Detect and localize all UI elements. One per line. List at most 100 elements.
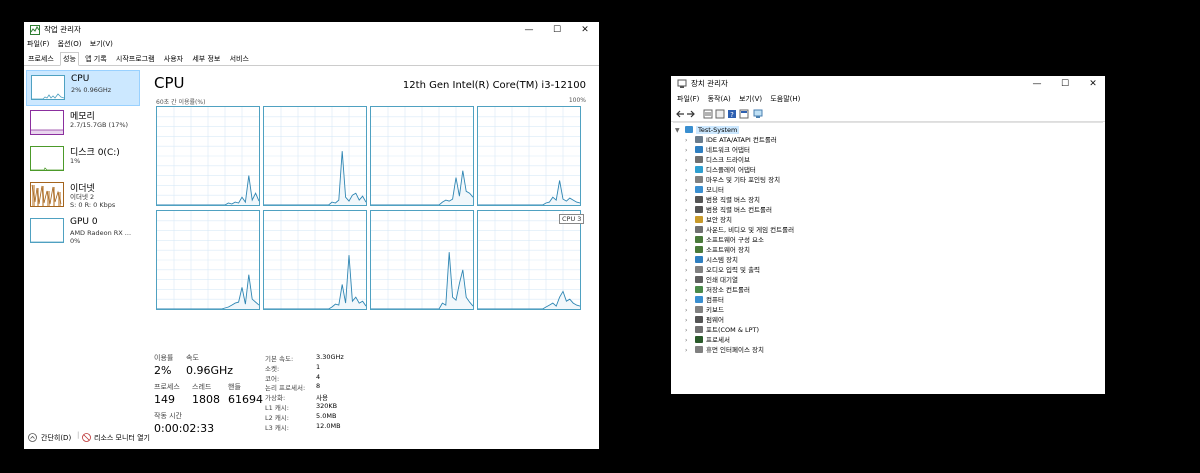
sidebar-item-cpu[interactable]: CPU 2% 0.96GHz [26,70,140,106]
graph-y-label: 60초 간 이용률(%) [156,99,206,106]
device-category-icon [695,136,703,143]
device-category-icon [695,156,703,163]
close-button[interactable]: ✕ [1079,76,1105,92]
device-manager-app-icon [677,79,687,88]
logical-processor-graph[interactable] [370,210,474,310]
device-category-label: 포트(COM & LPT) [706,326,760,334]
menu-file[interactable]: 파일(F) [27,39,49,49]
back-icon[interactable] [675,109,685,119]
open-resource-monitor-link[interactable]: 리소스 모니터 열기 [94,433,150,443]
device-category[interactable]: › 컴퓨터 [685,295,724,305]
device-category[interactable]: › 키보드 [685,305,724,315]
device-category[interactable]: › 저장소 컨트롤러 [685,285,750,295]
sidebar-memory-sub: 2.7/15.7GB (17%) [70,121,129,129]
device-category-icon [695,276,703,283]
close-button[interactable]: ✕ [571,22,599,38]
menu-view[interactable]: 보기(V) [739,94,762,104]
sidebar-item-disk[interactable]: 디스크 0(C:) 1% [26,142,138,176]
device-category-label: 휴먼 인터페이스 장치 [706,346,764,354]
device-category[interactable]: › 범용 직렬 버스 컨트롤러 [685,205,772,215]
menu-help[interactable]: 도움말(H) [770,94,800,104]
tab-details[interactable]: 세부 정보 [189,52,223,66]
device-category[interactable]: › 펌웨어 [685,315,724,325]
sidebar-ethernet-sub: 이더넷 2 S: 0 R: 0 Kbps [70,193,115,209]
device-category[interactable]: › 디스크 드라이브 [685,155,750,165]
sidebar-cpu-title: CPU [71,74,90,84]
logical-processor-graph[interactable] [156,106,260,206]
device-category[interactable]: › 모니터 [685,185,724,195]
device-category[interactable]: › 소프트웨어 장치 [685,245,750,255]
usage-value: 2% [154,364,172,377]
device-category[interactable]: › 인쇄 대기열 [685,275,738,285]
sidebar-item-memory[interactable]: 메모리 2.7/15.7GB (17%) [26,106,138,140]
tab-processes[interactable]: 프로세스 [25,52,57,66]
menu-action[interactable]: 동작(A) [708,94,731,104]
device-category[interactable]: › 오디오 입력 및 출력 [685,265,760,275]
collapse-arrow-icon[interactable]: ▼ [675,126,685,136]
device-category-label: 소프트웨어 장치 [706,246,750,254]
speed-value: 0.96GHz [186,364,234,377]
menu-bar: 파일(F) 옵션(O) 보기(V) [24,39,599,51]
device-category[interactable]: › 포트(COM & LPT) [685,325,759,335]
minimize-button[interactable]: — [515,22,543,38]
device-list-icon[interactable] [739,109,749,119]
tab-users[interactable]: 사용자 [161,52,186,66]
device-category-label: 네트워크 어댑터 [706,146,750,154]
forward-icon[interactable] [686,109,696,119]
maximize-button[interactable]: ☐ [543,22,571,38]
device-category[interactable]: › 사운드, 비디오 및 게임 컨트롤러 [685,225,794,235]
cpu-sparkline [31,75,65,100]
device-category[interactable]: › 프로세서 [685,335,730,345]
grid-view-icon[interactable] [715,109,725,119]
task-manager-titlebar[interactable]: 작업 관리자 — ☐ ✕ [24,22,599,38]
device-manager-titlebar[interactable]: 장치 관리자 — ☐ ✕ [671,76,1105,92]
cpu-usage-plot [157,107,259,205]
help-icon[interactable]: ? [727,109,737,119]
sidebar-gpu-title: GPU 0 [70,217,98,227]
device-category[interactable]: › 시스템 장치 [685,255,738,265]
logical-processor-graph[interactable] [370,106,474,206]
device-category-icon [695,216,703,223]
minimize-button[interactable]: — [1023,76,1051,92]
tab-services[interactable]: 서비스 [227,52,252,66]
menu-file[interactable]: 파일(F) [677,94,699,104]
logical-processor-graph[interactable] [156,210,260,310]
logical-processor-graph[interactable] [263,210,367,310]
device-category[interactable]: › IDE ATA/ATAPI 컨트롤러 [685,135,777,145]
device-category[interactable]: › 네트워크 어댑터 [685,145,750,155]
device-category-label: 디스플레이 어댑터 [706,166,756,174]
logical-processor-graph[interactable] [477,210,581,310]
device-category[interactable]: › 범용 직렬 버스 장치 [685,195,760,205]
device-category[interactable]: › 보안 장치 [685,215,732,225]
cpu-usage-plot [478,107,580,205]
fewer-details-link[interactable]: 간단히(D) [41,433,71,443]
maximize-button[interactable]: ☐ [1051,76,1079,92]
sidebar-item-gpu[interactable]: GPU 0 AMD Radeon RX ... 0% [26,214,138,248]
expand-arrow-icon[interactable]: › [685,346,695,356]
device-category-label: 시스템 장치 [706,256,738,264]
sidebar-item-ethernet[interactable]: 이더넷 이더넷 2 S: 0 R: 0 Kbps [26,178,138,212]
logical-processor-graph[interactable] [263,106,367,206]
spec-value: 1 [316,362,321,371]
device-category-label: 디스크 드라이브 [706,156,750,164]
tab-performance[interactable]: 성능 [60,52,79,66]
device-category-icon [695,296,703,303]
scan-hardware-icon[interactable] [753,109,763,119]
tab-startup[interactable]: 시작프로그램 [113,52,158,66]
device-category[interactable]: › 마우스 및 기타 포인팅 장치 [685,175,780,185]
device-category[interactable]: › 소프트웨어 구성 요소 [685,235,764,245]
menu-view[interactable]: 보기(V) [90,39,113,49]
device-category[interactable]: › 디스플레이 어댑터 [685,165,756,175]
device-category[interactable]: › 휴먼 인터페이스 장치 [685,345,764,355]
chevron-up-icon[interactable] [28,433,37,442]
tab-app-history[interactable]: 앱 기록 [82,52,110,66]
properties-icon[interactable] [703,109,713,119]
device-category-icon [695,336,703,343]
logical-processor-graph[interactable] [477,106,581,206]
threads-label: 스레드 [192,383,212,391]
tree-root[interactable]: ▼ Test-System [675,125,740,136]
menu-options[interactable]: 옵션(O) [58,39,82,49]
device-category-label: 범용 직렬 버스 장치 [706,196,761,204]
sidebar-cpu-sub: 2% 0.96GHz [71,86,112,94]
cpu-usage-plot [478,211,580,309]
